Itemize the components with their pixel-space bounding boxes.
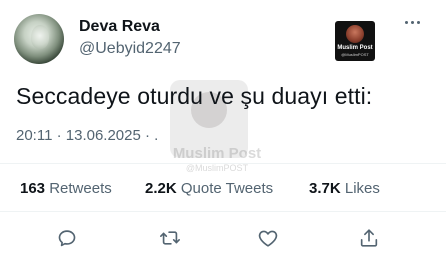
retweet-icon xyxy=(160,231,180,245)
share-icon xyxy=(360,229,378,247)
reply-icon xyxy=(58,230,76,247)
quote-tweets-label: Quote Tweets xyxy=(180,180,274,197)
quote-tweets-count: 2.2K xyxy=(145,180,177,197)
tweet-text: Seccadeye oturdu ve şu duayı etti: xyxy=(16,83,373,109)
divider xyxy=(0,163,446,164)
watermark-title: Muslim Post xyxy=(172,145,262,162)
likes-stat[interactable]: 3.7K Likes xyxy=(309,180,380,197)
avatar-image xyxy=(31,25,49,49)
share-button[interactable] xyxy=(357,226,381,250)
like-button[interactable] xyxy=(256,226,280,250)
more-horizontal-icon xyxy=(404,20,408,24)
user-handle[interactable]: @Uebyid2247 xyxy=(79,40,181,58)
divider xyxy=(0,211,446,212)
channel-logo-face xyxy=(346,25,364,43)
channel-logo-subtitle: @MuslimPOST xyxy=(341,52,369,57)
reply-button[interactable] xyxy=(55,226,79,250)
channel-logo-title: Muslim Post xyxy=(337,45,373,51)
more-options-button[interactable] xyxy=(399,14,425,30)
retweets-count: 163 xyxy=(20,180,46,197)
likes-count: 3.7K xyxy=(309,180,341,197)
retweet-button[interactable] xyxy=(158,226,182,250)
display-name[interactable]: Deva Reva xyxy=(79,18,160,36)
heart-icon xyxy=(258,230,278,247)
tweet-card: Deva Reva @Uebyid2247 Muslim Post @Musli… xyxy=(0,0,446,268)
retweets-label: Retweets xyxy=(49,180,112,197)
retweets-stat[interactable]: 163 Retweets xyxy=(20,180,112,197)
tweet-timestamp[interactable]: 20:11 · 13.06.2025 · . xyxy=(16,127,158,144)
quote-tweets-stat[interactable]: 2.2K Quote Tweets xyxy=(145,180,273,197)
watermark-subtitle: @MuslimPOST xyxy=(185,163,249,173)
channel-logo: Muslim Post @MuslimPOST xyxy=(335,21,375,61)
likes-label: Likes xyxy=(344,180,380,197)
avatar[interactable] xyxy=(14,14,64,64)
